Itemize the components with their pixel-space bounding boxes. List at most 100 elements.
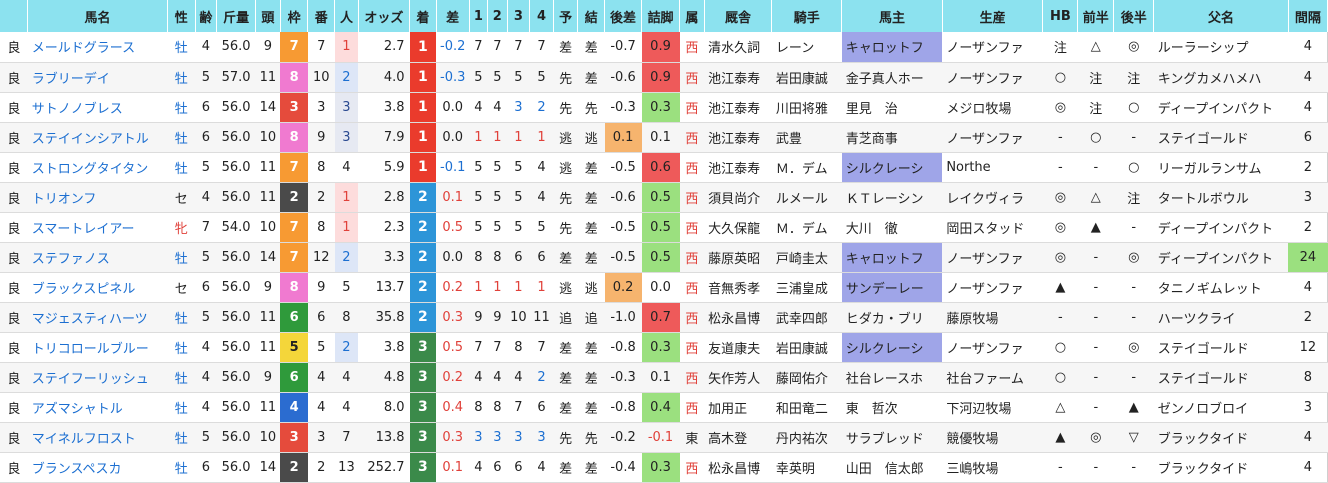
header-6[interactable]: 番 <box>307 0 336 32</box>
cell-name[interactable]: マイネルフロスト <box>27 422 168 453</box>
header-8[interactable]: オッズ <box>358 0 411 32</box>
header-5[interactable]: 枠 <box>280 0 309 32</box>
cell-c3: 3 <box>507 422 530 453</box>
cell-heads: 11 <box>255 302 281 333</box>
cell-name[interactable]: ブラックスピネル <box>27 272 168 303</box>
header-27[interactable]: 父名 <box>1153 0 1289 32</box>
cell-name[interactable]: ステイインシアトル <box>27 122 168 153</box>
cell-age: 4 <box>195 32 217 63</box>
cell-zenhan: 注 <box>1077 62 1114 93</box>
cell-tsume: 0.1 <box>641 362 680 393</box>
cell-name[interactable]: ストロングタイタン <box>27 152 168 183</box>
cell-yo: 差 <box>553 392 578 423</box>
table-row[interactable]: 良メールドグラース牡 4 56.0 9 7 7 1 2.7 1 -0.2 7 7 7 7 差差 -0.7 0.9… <box>0 32 1328 63</box>
cell-tsume: 0.5 <box>641 212 680 243</box>
header-2[interactable]: 齢 <box>195 0 218 32</box>
cell-waku: 6 <box>280 362 308 393</box>
header-3[interactable]: 斤量 <box>216 0 257 32</box>
cell-ban: 9 <box>307 122 335 153</box>
header-16[interactable]: 結 <box>577 0 606 32</box>
header-13[interactable]: 3 <box>507 0 531 32</box>
cell-name[interactable]: ブランスペスカ <box>27 452 168 483</box>
cell-heads: 14 <box>255 452 281 483</box>
header-7[interactable]: 人 <box>334 0 359 32</box>
cell-c3: 6 <box>507 452 530 483</box>
table-row[interactable]: 良トリコロールブルー牡 4 56.0 11 5 5 2 3.8 3 0.5 7 7 8 7 差差 -0.8 0.… <box>0 332 1328 363</box>
cell-name[interactable]: アズマシャトル <box>27 392 168 423</box>
cell-chaku: 1 <box>409 32 437 63</box>
cell-c1: 3 <box>469 422 488 453</box>
header-21[interactable]: 騎手 <box>771 0 843 32</box>
cell-name[interactable]: ラブリーデイ <box>27 62 168 93</box>
table-row[interactable]: 良ステファノス牡 5 56.0 14 7 12 2 3.3 2 0.0 8 8 6 6 差差 -0.5 0.5 西… <box>0 242 1328 273</box>
cell-owner: ＫＴレーシン <box>841 182 943 213</box>
cell-kyusha: 高木登 <box>704 422 772 453</box>
table-row[interactable]: 良マイネルフロスト牡 5 56.0 10 3 3 7 13.8 3 0.3 3 3 3 3 先先 -0.2 -0… <box>0 422 1328 453</box>
table-row[interactable]: 良ブラックスピネルセ 6 56.0 9 8 9 5 13.7 2 0.2 1 1 1 1 逃逃 0.2 0.0 西… <box>0 272 1328 303</box>
cell-name[interactable]: トリオンフ <box>27 182 168 213</box>
cell-waku: 2 <box>280 182 308 213</box>
cell-odds: 2.8 <box>358 182 410 213</box>
header-25[interactable]: 前半 <box>1077 0 1115 32</box>
cell-kohan: 注 <box>1113 182 1154 213</box>
cell-name[interactable]: メールドグラース <box>27 32 168 63</box>
header-14[interactable]: 4 <box>529 0 554 32</box>
cell-age: 5 <box>195 422 217 453</box>
header-9[interactable]: 着 <box>409 0 437 32</box>
header-12[interactable]: 2 <box>487 0 508 32</box>
header-19[interactable]: 属 <box>679 0 705 32</box>
cell-name[interactable]: マジェスティハーツ <box>27 302 168 333</box>
header-17[interactable]: 後差 <box>604 0 643 32</box>
cell-yo: 先 <box>553 422 578 453</box>
cell-sire: ルーラーシップ <box>1153 32 1289 63</box>
header-26[interactable]: 後半 <box>1113 0 1155 32</box>
header-22[interactable]: 馬主 <box>841 0 943 32</box>
header-0[interactable]: 馬名 <box>27 0 168 32</box>
table-row[interactable]: 良ラブリーデイ牡 5 57.0 11 8 10 2 4.0 1 -0.3 5 5 5 5 先差 -0.6 0.9… <box>0 62 1328 93</box>
cell-sa: 0.5 <box>436 332 470 363</box>
table-row[interactable]: 良マジェスティハーツ牡 5 56.0 11 6 6 8 35.8 2 0.3 9 9 10 11 追追 -1.… <box>0 302 1328 333</box>
cell-name[interactable]: ステイフーリッシュ <box>27 362 168 393</box>
table-row[interactable]: 良サトノノブレス牡 6 56.0 14 3 3 3 3.8 1 0.0 4 4 3 2 先先 -0.3 0.3 西… <box>0 92 1328 123</box>
table-row[interactable]: 良ステイフーリッシュ牡 4 56.0 9 6 4 4 4.8 3 0.2 4 4 4 2 差差 -0.3 0.1… <box>0 362 1328 393</box>
cell-zoku: 東 <box>679 422 705 453</box>
table-row[interactable]: 良スマートレイアー牝 7 54.0 10 7 8 1 2.3 2 0.5 5 5 5 5 先差 -0.5 0.5… <box>0 212 1328 243</box>
cell-jockey: レーン <box>771 32 842 63</box>
header-15[interactable]: 予 <box>553 0 579 32</box>
header-11[interactable]: 1 <box>469 0 489 32</box>
race-result-table-container: 馬名性齢斤量頭枠番人オッズ着差 1 2 3 4 予結後差 詰脚属厩舎 騎手 馬主 生産 HB 前半 後半… <box>0 0 1328 483</box>
table-row[interactable]: 良アズマシャトル牡 4 56.0 11 4 4 4 8.0 3 0.4 8 8 7 6 差差 -0.8 0.4 西… <box>0 392 1328 423</box>
table-row[interactable]: 良ストロングタイタン牡 5 56.0 11 7 8 4 5.9 1 -0.1 5 5 5 4 逃差 -0.5 0… <box>0 152 1328 183</box>
header-20[interactable]: 厩舎 <box>704 0 773 32</box>
cell-name[interactable]: スマートレイアー <box>27 212 168 243</box>
cell-zoku: 西 <box>679 452 705 483</box>
table-row[interactable]: 良ステイインシアトル牡 6 56.0 10 8 9 3 7.9 1 0.0 1 1 1 1 逃逃 0.1 0.1… <box>0 122 1328 153</box>
table-body: 良メールドグラース牡 4 56.0 9 7 7 1 2.7 1 -0.2 7 7 7 7 差差 -0.7 0.9… <box>0 32 1328 483</box>
cell-waku: 2 <box>280 452 308 483</box>
cell-c1: 5 <box>469 62 488 93</box>
cell-ke: 差 <box>577 212 605 243</box>
cell-sa: 0.1 <box>436 182 470 213</box>
cell-ke: 差 <box>577 392 605 423</box>
header-24[interactable]: HB <box>1042 0 1079 32</box>
cell-breeder: ノーザンファ <box>942 32 1043 63</box>
header-18[interactable]: 詰脚 <box>641 0 681 32</box>
cell-name[interactable]: サトノノブレス <box>27 92 168 123</box>
header-1[interactable]: 性 <box>167 0 196 32</box>
header-10[interactable]: 差 <box>436 0 470 32</box>
cell-sire: ディープインパクト <box>1153 242 1289 273</box>
cell-name[interactable]: ステファノス <box>27 242 168 273</box>
cell-baba: 良 <box>0 272 28 303</box>
cell-kohan: ○ <box>1113 152 1154 183</box>
header-4[interactable]: 頭 <box>255 0 281 32</box>
header-23[interactable]: 生産 <box>942 0 1044 32</box>
table-row[interactable]: 良ブランスペスカ牡 6 56.0 14 2 2 13 252.7 3 0.1 4 6 6 4 差差 -0.4 0… <box>0 452 1328 483</box>
header-28[interactable]: 間隔 <box>1288 0 1328 32</box>
cell-name[interactable]: トリコロールブルー <box>27 332 168 363</box>
cell-hb: 注 <box>1042 32 1078 63</box>
cell-yo: 差 <box>553 332 578 363</box>
cell-atosa: -0.5 <box>604 242 642 273</box>
cell-c1: 7 <box>469 32 488 63</box>
table-row[interactable]: 良トリオンフセ 4 56.0 11 2 2 1 2.8 2 0.1 5 5 5 4 先差 -0.6 0.5 西須貝… <box>0 182 1328 213</box>
cell-odds: 3.8 <box>358 332 410 363</box>
